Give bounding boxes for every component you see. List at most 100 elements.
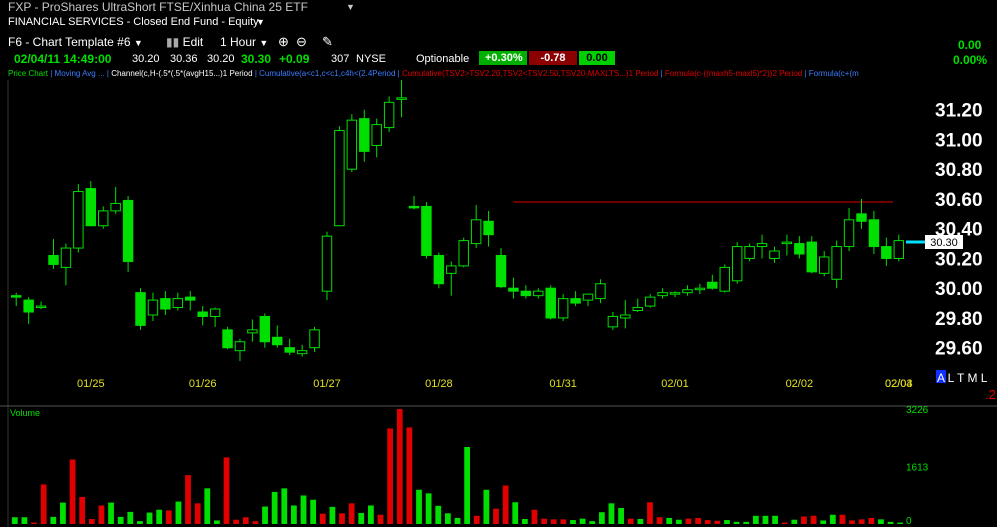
candle-body (470, 219, 482, 245)
template-dropdown[interactable]: F6 - Chart Template #6 ▼ (8, 35, 143, 49)
indicator-channel[interactable]: Channel(c,H-(.5*(.5*(avgH15...)1 Period (111, 69, 252, 78)
volume-bar (329, 506, 336, 524)
price-chart-label[interactable]: Price Chart (8, 69, 48, 78)
last-price-text: 30.30 (930, 237, 958, 249)
draw-tool-icon[interactable]: ✎ (322, 34, 333, 50)
candle-body (856, 213, 867, 222)
volume-bar (146, 512, 153, 524)
volume-bar (98, 505, 105, 524)
volume-bar (117, 516, 124, 524)
candle-body (172, 298, 184, 309)
candle-body (731, 246, 743, 282)
candle-body (371, 124, 382, 146)
optionable-label: Optionable (416, 52, 470, 65)
date-tick-label: 02/02 (786, 378, 814, 390)
candle-body (135, 292, 146, 326)
date-tick-label: 01/25 (77, 378, 105, 390)
zoom-out-icon[interactable]: ⊖ (296, 34, 307, 50)
volume-tick-label: 3226 (906, 405, 929, 416)
volume-bar (541, 518, 547, 524)
volume-bar (598, 512, 605, 524)
candle-body (657, 292, 668, 297)
volume-title: Volume (10, 408, 40, 418)
quote-row: 02/04/11 14:49:00 30.20 30.36 30.20 30.3… (0, 51, 997, 66)
volume-bar (194, 503, 201, 524)
candle-body (10, 295, 22, 298)
indicator-cumulative-1[interactable]: Cumulative(a<c1,c<c1,c4h<(2.4Period (259, 69, 395, 78)
volume-bar (801, 516, 807, 524)
candle-body (147, 299, 159, 316)
volume-bar (512, 502, 519, 524)
volume-bar (88, 519, 95, 524)
indicator-formula-1[interactable]: Formula(c-((maxh5-maxl5)*2))2 Period (665, 69, 802, 78)
quote-datetime: 02/04/11 14:49:00 (14, 51, 112, 66)
quote-low: 30.20 (207, 52, 235, 65)
right-value: 0.00 (958, 38, 982, 52)
candle-body (495, 254, 507, 288)
volume-bar (589, 521, 596, 524)
candle-body (483, 220, 494, 236)
quote-last: 30.30 (241, 51, 272, 66)
volume-bar (608, 503, 615, 524)
candle-body (744, 246, 755, 259)
volume-bar (339, 513, 345, 524)
volume-bar (550, 519, 557, 524)
date-tick-label: 02/01 (661, 378, 689, 390)
volume-bar (887, 521, 894, 524)
sector-dropdown-icon[interactable]: ▼ (256, 17, 265, 27)
edit-button[interactable]: ▮▮ Edit (166, 35, 203, 49)
volume-bar (127, 511, 134, 524)
candle-body (508, 287, 519, 292)
price-tick-label: 31.20 (935, 101, 983, 122)
candle-body (582, 293, 594, 301)
indicator-moving-avg[interactable]: Moving Avg ... (55, 69, 105, 78)
volume-bar (579, 518, 586, 524)
zoom-in-icon[interactable]: ⊕ (278, 34, 289, 50)
candle-body (433, 254, 445, 285)
right-pct: 0.00% (953, 53, 988, 67)
candle-body (321, 235, 333, 292)
candle-body (296, 350, 308, 355)
price-axis: 31.2031.0030.8030.6030.4030.2030.0029.80… (935, 101, 983, 360)
candle-body (209, 308, 221, 317)
price-tick-label: 29.80 (935, 309, 983, 330)
candle-body (533, 290, 544, 297)
candle-body (110, 202, 121, 212)
volume-bar (175, 501, 182, 524)
candle-body (98, 210, 109, 227)
candle-body (446, 265, 457, 274)
volume-bar (300, 495, 307, 524)
volume-bar (271, 491, 278, 524)
volume-bar (185, 475, 191, 524)
volume-bar (435, 505, 442, 524)
price-tick-label: 31.00 (935, 130, 983, 151)
candle-body (160, 298, 171, 310)
volume-bar (396, 409, 403, 524)
volume-bar (521, 519, 528, 524)
price-and-volume-chart[interactable]: 31.2031.0030.8030.6030.4030.2030.0029.80… (0, 80, 997, 527)
candle-body (520, 290, 532, 297)
interval-label: 1 Hour (220, 35, 257, 49)
candle-body (458, 240, 469, 267)
candle-body (557, 298, 569, 319)
volume-bar (666, 517, 673, 524)
candle-body (843, 219, 855, 248)
volume-bar (358, 512, 365, 524)
volume-bar (348, 503, 355, 524)
candle-body (222, 329, 233, 349)
volume-bar (714, 520, 721, 524)
indicator-cumulative-2[interactable]: Cumulative(TSV2>TSV2.20,TSV2<TSV2.50,TSV… (402, 69, 658, 78)
price-tick-label: 30.00 (935, 279, 983, 300)
volume-bar (570, 520, 576, 524)
indicator-formula-2[interactable]: Formula(c+(m (809, 69, 859, 78)
volume-bar (444, 513, 451, 524)
volume-tick-label: 0 (906, 516, 912, 527)
candle-body (868, 219, 880, 248)
candle-body (185, 296, 196, 301)
volume-bar (627, 518, 634, 524)
interval-dropdown[interactable]: 1 Hour ▼ (220, 35, 268, 49)
dropdown-arrow-icon[interactable]: ▼ (346, 2, 355, 12)
candle-body (346, 119, 358, 170)
quote-open: 30.20 (132, 52, 160, 65)
volume-bar (454, 517, 461, 524)
